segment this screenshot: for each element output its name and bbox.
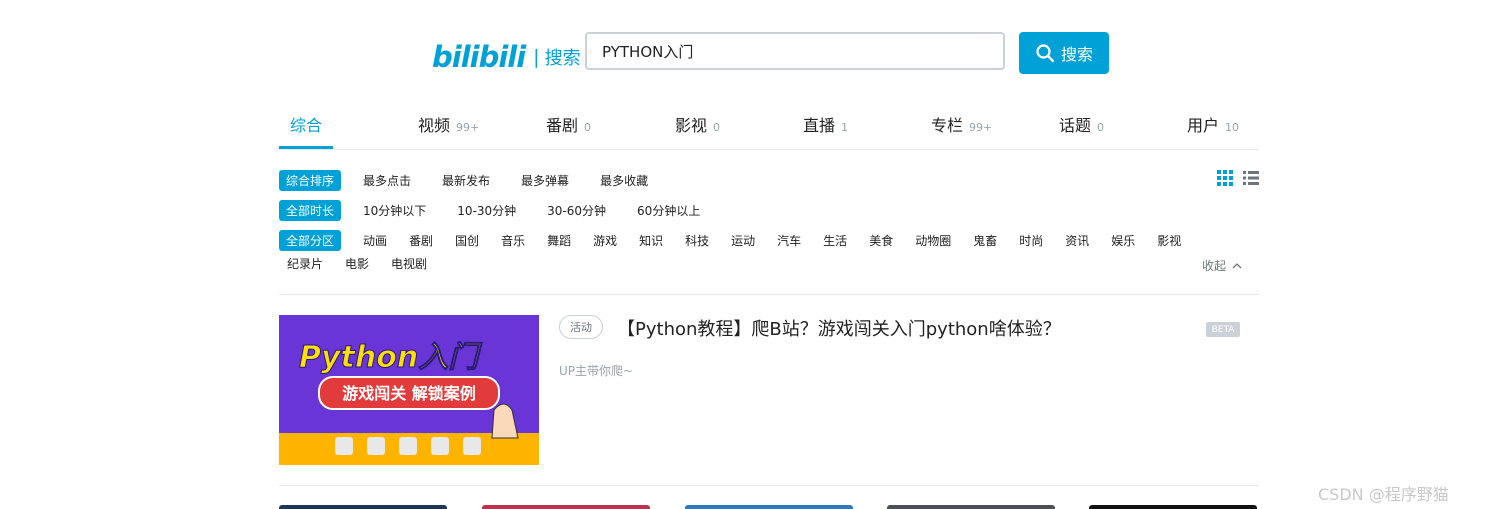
tab-bangumi[interactable]: 番剧 0 [546,112,591,136]
duration-option[interactable]: 30-60分钟 [547,202,606,219]
next-result-thumbnail[interactable] [482,505,650,509]
thumb-subtitle-text: 游戏闯关 解锁案例 [342,384,476,403]
tab-label: 番剧 [546,116,579,135]
zone-filter-row-2: 纪录片 电影 电视剧 [287,255,427,272]
zone-option[interactable]: 舞蹈 [547,232,571,249]
collapse-label: 收起 [1202,259,1227,273]
zone-option[interactable]: 资讯 [1065,232,1089,249]
tab-count: 1 [841,121,849,134]
zone-option[interactable]: 纪录片 [287,255,323,272]
tab-article[interactable]: 专栏 99+ [931,112,992,136]
result-type-tabs: 综合 视频 99+ 番剧 0 影视 0 直播 1 专栏 99+ 话题 0 用户 10 [279,100,1259,150]
tab-topic[interactable]: 话题 0 [1059,112,1104,136]
bilibili-logo[interactable]: bilibili | 搜索 [432,40,581,74]
sort-option[interactable]: 最多弹幕 [521,172,569,189]
tab-label: 话题 [1059,116,1092,135]
tab-label: 用户 [1187,116,1220,135]
next-result-thumbnail[interactable] [887,505,1055,509]
zone-option[interactable]: 美食 [869,232,893,249]
tab-all[interactable]: 综合 [290,112,322,136]
tab-label: 综合 [290,116,323,135]
csdn-watermark: CSDN @程序野猫 [1318,485,1449,504]
duration-option[interactable]: 10-30分钟 [457,202,516,219]
duration-option[interactable]: 10分钟以下 [363,202,426,219]
activity-badge: 活动 [559,315,603,339]
next-result-thumbnail[interactable] [1089,505,1257,509]
list-view-icon[interactable] [1243,170,1259,186]
zone-filter-row: 全部分区 动画 番剧 国创 音乐 舞蹈 游戏 知识 科技 运动 汽车 生活 美食… [279,230,1181,251]
logo-wordmark: bilibili [432,40,526,74]
tab-label: 视频 [418,116,451,135]
duration-filter-row: 全部时长 10分钟以下 10-30分钟 30-60分钟 60分钟以上 [279,200,700,221]
result-title[interactable]: 【Python教程】爬B站？游戏闯关入门python啥体验？ [617,315,1061,341]
tab-user[interactable]: 用户 10 [1187,112,1239,136]
zone-option[interactable]: 电视剧 [391,255,427,272]
logo-subtitle: 搜索 [544,48,581,69]
tab-label: 专栏 [931,116,964,135]
active-tab-underline [279,146,333,149]
view-toggle [1217,170,1259,186]
search-input[interactable] [587,41,1003,61]
duration-option[interactable]: 60分钟以上 [637,202,700,219]
tab-count: 0 [713,121,721,134]
zone-option[interactable]: 鬼畜 [973,232,997,249]
grid-view-icon[interactable] [1217,170,1233,186]
zone-active-chip[interactable]: 全部分区 [279,230,342,251]
tab-label: 影视 [675,116,708,135]
tab-video[interactable]: 视频 99+ [418,112,479,136]
zone-option[interactable]: 国创 [455,232,479,249]
sort-active-chip[interactable]: 综合排序 [279,170,342,191]
sort-option[interactable]: 最多点击 [363,172,411,189]
zone-option[interactable]: 科技 [685,232,709,249]
next-result-thumbnail[interactable] [685,505,853,509]
zone-option[interactable]: 时尚 [1019,232,1043,249]
zone-option[interactable]: 娱乐 [1111,232,1135,249]
beta-badge: BETA [1206,322,1240,337]
zone-option[interactable]: 电影 [345,255,369,272]
tab-count: 10 [1225,121,1240,134]
search-box[interactable] [585,32,1005,70]
tab-count: 0 [1097,121,1105,134]
tab-label: 直播 [803,116,836,135]
zone-option[interactable]: 音乐 [501,232,525,249]
search-button-label: 搜索 [1060,45,1093,64]
filter-divider [279,294,1259,295]
zone-option[interactable]: 游戏 [593,232,617,249]
result-divider [279,485,1259,486]
zone-option[interactable]: 运动 [731,232,755,249]
tab-count: 99+ [456,121,480,134]
chevron-up-icon [1232,263,1242,269]
tab-movie[interactable]: 影视 0 [675,112,720,136]
result-description: UP主带你爬~ [559,364,634,378]
zone-option[interactable]: 影视 [1157,232,1181,249]
search-icon [1036,44,1055,63]
result-thumbnail[interactable]: Python入门 游戏闯关 解锁案例 [279,315,539,465]
zone-option[interactable]: 汽车 [777,232,801,249]
sort-filter-row: 综合排序 最多点击 最新发布 最多弹幕 最多收藏 [279,170,648,191]
sort-option[interactable]: 最新发布 [442,172,490,189]
logo-separator: | [533,46,540,68]
zone-option[interactable]: 动物圈 [915,232,951,249]
collapse-filters-button[interactable]: 收起 [1202,257,1242,274]
zone-option[interactable]: 知识 [639,232,663,249]
next-result-thumbnail[interactable] [279,505,447,509]
zone-option[interactable]: 动画 [363,232,387,249]
tab-count: 99+ [969,121,993,134]
tab-live[interactable]: 直播 1 [803,112,848,136]
duration-active-chip[interactable]: 全部时长 [279,200,342,221]
sort-option[interactable]: 最多收藏 [600,172,648,189]
tab-count: 0 [584,121,592,134]
zone-option[interactable]: 番剧 [409,232,433,249]
search-button[interactable]: 搜索 [1019,32,1109,74]
thumb-title-text: Python入门 [299,340,483,375]
thumbnail-artwork: Python入门 游戏闯关 解锁案例 [279,315,539,465]
zone-option[interactable]: 生活 [823,232,847,249]
